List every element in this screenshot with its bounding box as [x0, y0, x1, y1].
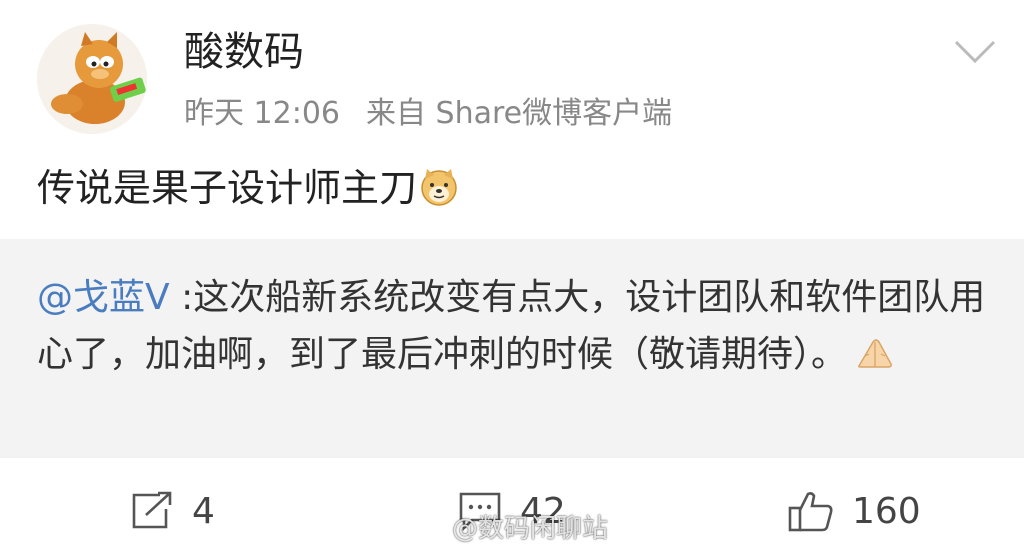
- post-meta: 昨天 12:06 来自 Share微博客户端: [184, 94, 672, 134]
- like-button[interactable]: 160: [788, 486, 921, 536]
- doge-emoji: [421, 169, 457, 206]
- like-count: 160: [852, 490, 921, 532]
- weibo-logo-icon: [413, 515, 444, 540]
- share-icon: [132, 491, 172, 529]
- post-body: 传说是果子设计师主刀: [37, 166, 418, 210]
- share-button[interactable]: 4: [130, 486, 215, 536]
- chevron-down-icon[interactable]: [952, 36, 998, 68]
- watermark-text: @数码闲聊站: [452, 514, 609, 544]
- username[interactable]: 酸数码: [184, 28, 304, 76]
- like-icon: [788, 492, 833, 532]
- repost-text: @戈蓝V :这次船新系统改变有点大，设计团队和软件团队用心了，加油啊，到了最后冲…: [37, 269, 987, 383]
- post-time: 昨天 12:06: [184, 96, 340, 131]
- watermark: @数码闲聊站: [412, 508, 608, 545]
- repost-card[interactable]: @戈蓝V :这次船新系统改变有点大，设计团队和软件团队用心了，加油啊，到了最后冲…: [0, 239, 1024, 458]
- repost-body: :这次船新系统改变有点大，设计团队和软件团队用心了，加油啊，到了最后冲刺的时候（…: [37, 277, 986, 375]
- praying-hands-emoji: [858, 339, 892, 368]
- post-text: 传说是果子设计师主刀: [37, 163, 459, 213]
- post-source[interactable]: 来自 Share微博客户端: [366, 96, 672, 131]
- share-count: 4: [192, 490, 215, 532]
- repost-mention-link[interactable]: @戈蓝V: [37, 277, 170, 318]
- avatar[interactable]: [37, 24, 147, 134]
